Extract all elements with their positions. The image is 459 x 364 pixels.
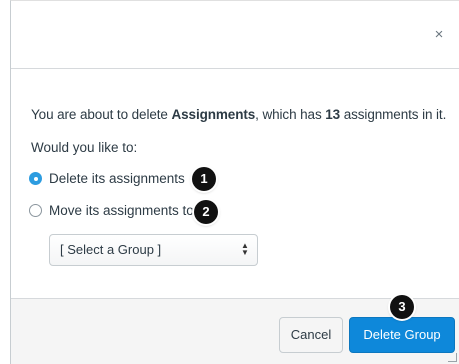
select-group-value: [ Select a Group ] [60, 242, 162, 257]
assignment-count: 13 [325, 107, 341, 122]
option-delete-assignments[interactable]: Delete its assignments [29, 171, 185, 186]
dialog-body: You are about to delete Assignments, whi… [11, 69, 459, 297]
message-middle: , which has [255, 107, 326, 122]
option-delete-label: Delete its assignments [49, 171, 185, 186]
prompt-text: Would you like to: [31, 140, 138, 155]
option-move-assignments[interactable]: Move its assignments to [29, 203, 194, 218]
option-move-label: Move its assignments to [49, 203, 194, 218]
arrow-down-icon: ▼ [241, 248, 249, 257]
radio-move-assignments[interactable] [29, 204, 42, 217]
dialog-header: × [11, 2, 459, 69]
select-arrows-icon: ▲ ▼ [241, 242, 249, 258]
delete-group-dialog: × You are about to delete Assignments, w… [10, 0, 459, 364]
close-icon[interactable]: × [431, 27, 447, 43]
message-suffix: assignments in it. [340, 107, 447, 122]
cancel-button[interactable]: Cancel [279, 317, 343, 353]
callout-3: 3 [390, 295, 414, 319]
select-group-dropdown[interactable]: [ Select a Group ] ▲ ▼ [49, 234, 258, 266]
callout-2: 2 [194, 200, 218, 224]
resize-grip-icon[interactable] [448, 353, 457, 362]
delete-warning-message: You are about to delete Assignments, whi… [31, 107, 446, 122]
message-prefix: You are about to delete [31, 107, 172, 122]
delete-group-button[interactable]: Delete Group [349, 317, 455, 353]
callout-1: 1 [192, 167, 216, 191]
group-name: Assignments [171, 107, 256, 122]
radio-delete-assignments[interactable] [29, 172, 42, 185]
